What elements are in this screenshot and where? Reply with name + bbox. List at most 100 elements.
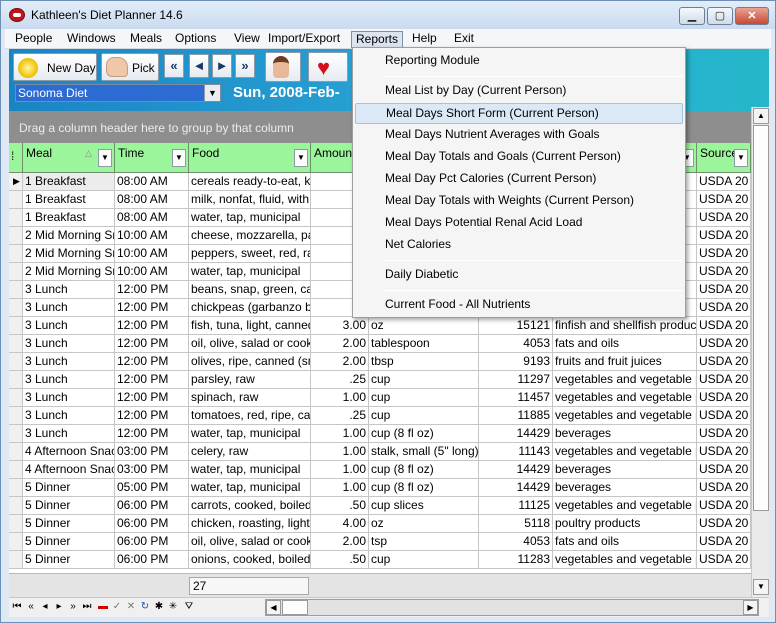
reports-menu-item[interactable]: Net Calories — [355, 235, 683, 256]
menu-options[interactable]: Options — [171, 31, 220, 48]
table-cell[interactable]: 1 Breakfast — [23, 191, 115, 209]
table-cell[interactable]: 03:00 PM — [115, 461, 189, 479]
table-cell[interactable]: USDA 20 — [697, 317, 751, 335]
row-indicator[interactable]: ▶ — [9, 173, 23, 191]
row-indicator[interactable] — [9, 443, 23, 461]
table-cell[interactable]: 06:00 PM — [115, 533, 189, 551]
table-cell[interactable]: USDA 20 — [697, 461, 751, 479]
table-cell[interactable]: 11297 — [479, 371, 553, 389]
table-cell[interactable]: 2.00 — [311, 533, 369, 551]
table-cell[interactable]: 10:00 AM — [115, 245, 189, 263]
table-cell[interactable]: USDA 20 — [697, 173, 751, 191]
table-cell[interactable]: USDA 20 — [697, 497, 751, 515]
column-filter-icon[interactable]: ▼ — [98, 149, 112, 167]
prev-day-button[interactable]: ◄ — [189, 54, 209, 78]
table-cell[interactable]: 12:00 PM — [115, 299, 189, 317]
next-page-icon[interactable]: » — [67, 601, 79, 612]
table-row[interactable]: 5 Dinner 05:00 PM water, tap, municipal 1.0… — [9, 479, 751, 497]
table-cell[interactable]: 06:00 PM — [115, 551, 189, 569]
table-cell[interactable]: vegetables and vegetable pro — [553, 389, 697, 407]
h-scroll-thumb[interactable] — [282, 600, 308, 615]
row-indicator[interactable] — [9, 371, 23, 389]
table-row[interactable]: 5 Dinner 06:00 PM chicken, roasting, light… — [9, 515, 751, 533]
reports-menu-item[interactable]: Meal Days Potential Renal Acid Load — [355, 213, 683, 234]
table-row[interactable]: 3 Lunch 12:00 PM tomatoes, red, ripe, cann… — [9, 407, 751, 425]
table-cell[interactable]: cup — [369, 407, 479, 425]
column-filter-icon[interactable]: ▼ — [172, 149, 186, 167]
table-cell[interactable]: cup (8 fl oz) — [369, 425, 479, 443]
bookmark-icon[interactable]: ✱ — [153, 601, 165, 612]
table-cell[interactable]: USDA 20 — [697, 263, 751, 281]
table-cell[interactable]: 3 Lunch — [23, 389, 115, 407]
column-filter-icon[interactable]: ▼ — [734, 149, 748, 167]
table-cell[interactable]: cup — [369, 551, 479, 569]
table-cell[interactable]: 2 Mid Morning Sna — [23, 227, 115, 245]
table-cell[interactable]: 2.00 — [311, 353, 369, 371]
row-indicator[interactable] — [9, 227, 23, 245]
row-indicator[interactable] — [9, 299, 23, 317]
column-filter-icon[interactable]: ▼ — [294, 149, 308, 167]
table-cell[interactable]: 12:00 PM — [115, 353, 189, 371]
table-cell[interactable]: water, tap, municipal — [189, 479, 311, 497]
table-cell[interactable]: USDA 20 — [697, 299, 751, 317]
table-cell[interactable]: water, tap, municipal — [189, 461, 311, 479]
table-cell[interactable]: 08:00 AM — [115, 191, 189, 209]
table-cell[interactable]: 2.00 — [311, 335, 369, 353]
row-indicator[interactable] — [9, 317, 23, 335]
table-cell[interactable]: vegetables and vegetable pro — [553, 371, 697, 389]
table-cell[interactable]: USDA 20 — [697, 515, 751, 533]
table-cell[interactable]: 3 Lunch — [23, 407, 115, 425]
table-cell[interactable]: 1.00 — [311, 389, 369, 407]
row-indicator[interactable] — [9, 245, 23, 263]
table-cell[interactable]: USDA 20 — [697, 479, 751, 497]
table-cell[interactable]: beverages — [553, 461, 697, 479]
chevron-down-icon[interactable]: ▼ — [204, 85, 220, 101]
table-cell[interactable]: water, tap, municipal — [189, 209, 311, 227]
table-cell[interactable]: fish, tuna, light, canned in — [189, 317, 311, 335]
table-cell[interactable]: 15121 — [479, 317, 553, 335]
row-indicator[interactable] — [9, 551, 23, 569]
table-cell[interactable]: 5 Dinner — [23, 497, 115, 515]
row-indicator[interactable] — [9, 497, 23, 515]
prev-page-icon[interactable]: « — [25, 601, 37, 612]
table-cell[interactable]: onions, cooked, boiled, d — [189, 551, 311, 569]
reports-menu-item[interactable]: Meal Day Pct Calories (Current Person) — [355, 169, 683, 190]
row-indicator[interactable] — [9, 515, 23, 533]
table-cell[interactable]: 5 Dinner — [23, 479, 115, 497]
table-cell[interactable]: tomatoes, red, ripe, cann — [189, 407, 311, 425]
table-cell[interactable]: finfish and shellfish products — [553, 317, 697, 335]
table-cell[interactable]: 10:00 AM — [115, 263, 189, 281]
next-day-button[interactable]: ► — [212, 54, 232, 78]
table-cell[interactable]: 3 Lunch — [23, 317, 115, 335]
table-cell[interactable]: 10:00 AM — [115, 227, 189, 245]
table-cell[interactable]: 11885 — [479, 407, 553, 425]
reports-menu-item[interactable]: Meal Days Short Form (Current Person) — [355, 103, 683, 124]
table-cell[interactable]: .50 — [311, 497, 369, 515]
table-cell[interactable]: olives, ripe, canned (sma — [189, 353, 311, 371]
table-row[interactable]: 3 Lunch 12:00 PM oil, olive, salad or cook… — [9, 335, 751, 353]
table-row[interactable]: 3 Lunch 12:00 PM water, tap, municipal 1.00… — [9, 425, 751, 443]
table-cell[interactable]: 1 Breakfast — [23, 173, 115, 191]
table-cell[interactable]: 06:00 PM — [115, 515, 189, 533]
table-cell[interactable]: 12:00 PM — [115, 425, 189, 443]
column-header[interactable]: Food ▼ — [189, 143, 311, 173]
table-cell[interactable]: cup (8 fl oz) — [369, 461, 479, 479]
table-cell[interactable]: 5 Dinner — [23, 533, 115, 551]
table-cell[interactable]: 4 Afternoon Snack — [23, 443, 115, 461]
table-cell[interactable]: 03:00 PM — [115, 443, 189, 461]
table-cell[interactable]: 5 Dinner — [23, 515, 115, 533]
table-cell[interactable]: milk, nonfat, fluid, with ac — [189, 191, 311, 209]
table-cell[interactable]: beverages — [553, 479, 697, 497]
scroll-left-icon[interactable]: ◀ — [266, 600, 281, 615]
table-cell[interactable]: USDA 20 — [697, 353, 751, 371]
reports-menu-item[interactable]: Reporting Module — [355, 51, 683, 72]
table-cell[interactable]: cup (8 fl oz) — [369, 479, 479, 497]
table-cell[interactable]: 2 Mid Morning Sna — [23, 263, 115, 281]
row-indicator[interactable] — [9, 191, 23, 209]
person-button[interactable] — [265, 52, 301, 82]
table-row[interactable]: 5 Dinner06:00 PMcarrots, cooked, boiled,… — [9, 497, 751, 515]
last-record-icon[interactable]: ⏭ — [81, 601, 93, 612]
row-indicator[interactable] — [9, 353, 23, 371]
table-cell[interactable]: 3 Lunch — [23, 371, 115, 389]
health-button[interactable]: ♥ — [308, 52, 348, 82]
